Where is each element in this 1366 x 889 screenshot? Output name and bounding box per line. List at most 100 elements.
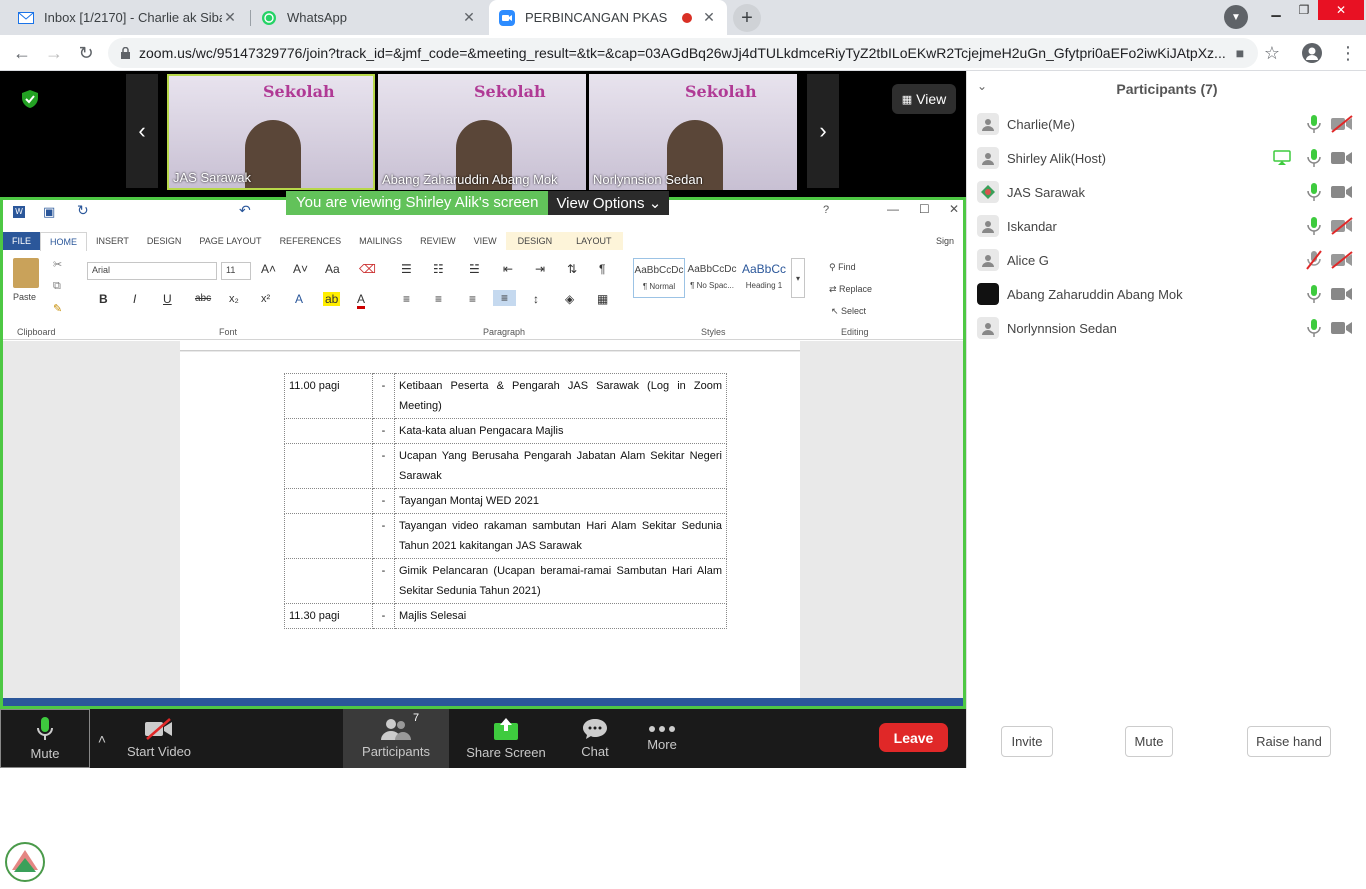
item-cell[interactable]: Tayangan Montaj WED 2021 [394,488,727,514]
mic-on-icon[interactable] [1301,284,1327,304]
address-bar[interactable]: zoom.us/wc/95147329776/join?track_id=&jm… [108,38,1258,68]
close-tab-icon[interactable]: ✕ [222,9,238,26]
tab-view[interactable]: VIEW [465,236,506,246]
close-tab-icon[interactable]: ✕ [461,9,477,26]
multilevel-list-icon[interactable]: ☱ [469,262,480,276]
shrink-font-icon[interactable]: A˅ [293,262,308,276]
item-cell[interactable]: Ketibaan Peserta & Pengarah JAS Sarawak … [394,373,727,419]
font-name-select[interactable]: Arial [87,262,217,280]
maximize-icon[interactable]: ☐ [919,202,930,216]
raise-hand-button[interactable]: Raise hand [1247,726,1331,757]
increase-indent-icon[interactable]: ⇥ [535,262,545,276]
restore-window-icon[interactable]: ❐ [1290,0,1318,20]
undo-icon[interactable]: ↶ [239,202,251,219]
forward-icon[interactable]: → [40,39,68,67]
video-on-icon[interactable] [1327,287,1357,301]
video-off-icon[interactable] [1327,217,1357,235]
invite-button[interactable]: Invite [1001,726,1053,757]
audio-options-chevron-icon[interactable]: ˄ [92,709,112,768]
tab-review[interactable]: REVIEW [411,236,465,246]
mic-on-icon[interactable] [1301,182,1327,202]
bookmark-star-icon[interactable]: ☆ [1258,39,1286,67]
minimize-icon[interactable]: — [887,202,899,216]
cut-icon[interactable]: ✂ [53,258,62,271]
browser-tab-zoom[interactable]: PERBINCANGAN PKAS ✕ [489,0,727,35]
superscript-icon[interactable]: x² [261,293,270,305]
video-off-icon[interactable] [1327,251,1357,269]
back-icon[interactable]: ← [8,39,36,67]
mute-all-button[interactable]: Mute [1125,726,1173,757]
video-on-icon[interactable] [1327,185,1357,199]
find-button[interactable]: ⚲ Find [829,262,856,273]
participant-row[interactable]: Iskandar [977,213,1357,239]
copy-icon[interactable]: ⧉ [53,280,61,293]
italic-icon[interactable]: I [133,292,136,306]
mic-on-icon[interactable] [1301,114,1327,134]
font-size-select[interactable]: 11 [221,262,251,280]
participant-row[interactable]: Abang Zaharuddin Abang Mok [977,281,1357,307]
align-right-icon[interactable]: ≡ [469,292,476,306]
horizontal-ruler[interactable] [180,341,800,351]
bold-icon[interactable]: B [99,292,108,306]
mic-on-icon[interactable] [1301,216,1327,236]
change-case-icon[interactable]: Aa [325,262,340,276]
tab-home[interactable]: HOME [40,231,88,251]
prev-page-arrow-icon[interactable]: ‹ [126,74,158,188]
item-cell[interactable]: Majlis Selesai [394,603,727,629]
strikethrough-icon[interactable]: abc [195,293,211,304]
browser-menu-icon[interactable]: ⋮ [1334,39,1362,67]
chat-button[interactable]: Chat [570,709,620,768]
item-cell[interactable]: Kata-kata aluan Pengacara Majlis [394,418,727,444]
view-button[interactable]: ▦ View [892,84,956,114]
line-spacing-icon[interactable]: ↕ [533,292,539,306]
tab-mailings[interactable]: MAILINGS [350,236,411,246]
mic-on-icon[interactable] [1301,318,1327,338]
close-window-icon[interactable]: ✕ [1318,0,1364,20]
browser-tab-inbox[interactable]: Inbox [1/2170] - Charlie ak Sibab ✕ [8,0,248,35]
decrease-indent-icon[interactable]: ⇤ [503,262,513,276]
mic-on-icon[interactable] [1301,148,1327,168]
subscript-icon[interactable]: x₂ [229,293,239,305]
tab-file[interactable]: FILE [3,232,41,250]
bullets-icon[interactable]: ☰ [401,262,412,276]
camera-blocked-icon[interactable]: ■ [1226,39,1254,67]
video-thumbnail[interactable]: Sekolah JAS Sarawak [167,74,375,190]
video-off-icon[interactable] [1327,115,1357,133]
close-icon[interactable]: ✕ [949,202,959,216]
video-thumbnail[interactable]: Sekolah Abang Zaharuddin Abang Mok [378,74,586,190]
tab-design[interactable]: DESIGN [138,236,191,246]
tab-page-layout[interactable]: PAGE LAYOUT [190,236,270,246]
video-on-icon[interactable] [1327,151,1357,165]
participant-row[interactable]: Alice G [977,247,1357,273]
tab-references[interactable]: REFERENCES [271,236,351,246]
item-cell[interactable]: Ucapan Yang Berusaha Pengarah Jabatan Al… [394,443,727,489]
underline-icon[interactable]: U [163,292,172,306]
highlight-icon[interactable]: ab [323,292,341,306]
video-thumbnail[interactable]: Sekolah Norlynnsion Sedan [589,74,797,190]
share-screen-button[interactable]: Share Screen [463,709,549,768]
sign-in-link[interactable]: Sign [927,236,963,246]
font-color-icon[interactable]: A [357,292,366,309]
leave-button[interactable]: Leave [879,723,948,752]
participants-button[interactable]: 7 Participants [343,709,449,768]
item-cell[interactable]: Gimik Pelancaran (Ucapan beramai-ramai S… [394,558,727,604]
select-button[interactable]: ↖ Select [831,306,866,317]
close-tab-icon[interactable]: ✕ [701,9,717,26]
reload-icon[interactable]: ↻ [72,39,100,67]
profile-menu-icon[interactable]: ▼ [1224,5,1248,29]
mute-button[interactable]: Mute [0,709,90,768]
align-center-icon[interactable]: ≡ [435,292,442,306]
numbering-icon[interactable]: ☷ [433,262,444,276]
clear-format-icon[interactable]: ⌫ [359,262,376,276]
mic-muted-icon[interactable] [1301,250,1327,270]
participant-row[interactable]: Norlynnsion Sedan [977,315,1357,341]
justify-icon[interactable]: ≡ [493,290,517,306]
align-left-icon[interactable]: ≡ [403,292,410,306]
participant-row[interactable]: Shirley Alik(Host) [977,145,1357,171]
new-tab-button[interactable]: + [733,4,761,32]
item-cell[interactable]: Tayangan video rakaman sambutan Hari Ala… [394,513,727,559]
tab-insert[interactable]: INSERT [87,236,138,246]
grow-font-icon[interactable]: A˄ [261,262,276,276]
tab-table-design[interactable]: DESIGN [505,232,565,250]
account-avatar[interactable] [1298,39,1326,67]
